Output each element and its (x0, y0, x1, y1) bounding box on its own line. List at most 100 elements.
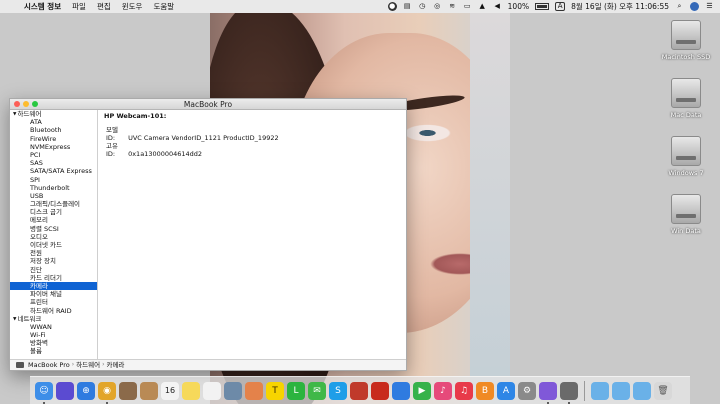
path-item-hardware[interactable]: 하드웨어 (76, 360, 100, 370)
airplay-icon[interactable]: ▲ (478, 2, 487, 11)
sidebar-item[interactable]: ATA (10, 118, 97, 126)
photos-app-icon[interactable] (245, 381, 263, 400)
sidebar-item[interactable]: FireWire (10, 135, 97, 143)
finder-icon[interactable]: ☺ (35, 381, 53, 404)
sidebar-item[interactable]: USB (10, 192, 97, 200)
documents-folder-icon[interactable] (612, 381, 630, 400)
safari-icon[interactable]: ⊕ (77, 381, 95, 400)
sidebar-item[interactable]: 카메라 (10, 281, 97, 291)
sidebar-item[interactable]: 볼륨 (10, 347, 97, 355)
sidebar-tree[interactable]: 하드웨어ATABluetoothFireWireNVMExpressPCISAS… (10, 110, 98, 360)
sidebar-item[interactable]: 방화벽 (10, 339, 97, 347)
sidebar-item[interactable]: 병렬 SCSI (10, 225, 97, 233)
ibooks-icon[interactable]: B (476, 381, 494, 400)
system-info-icon[interactable] (560, 381, 578, 404)
battery-percent[interactable]: 100% (508, 2, 529, 11)
window-titlebar[interactable]: MacBook Pro (10, 99, 406, 110)
minimize-window-button[interactable] (23, 101, 29, 107)
sidebar-item[interactable]: SATA/SATA Express (10, 167, 97, 175)
skype-icon[interactable]: S (329, 381, 347, 400)
sidebar-item[interactable]: 저장 장치 (10, 257, 97, 265)
sidebar-item[interactable]: Bluetooth (10, 126, 97, 134)
sidebar-item[interactable]: 메모리 (10, 216, 97, 224)
calendar-icon[interactable]: 16 (161, 381, 179, 400)
dots-icon[interactable] (392, 381, 410, 400)
notes-icon[interactable] (182, 381, 200, 400)
status-icon[interactable]: ● (387, 2, 397, 11)
sidebar-item[interactable]: SAS (10, 159, 97, 167)
drive-mac-data[interactable]: Mac Data (656, 78, 716, 119)
drive-label: Macintosh SSD (661, 53, 711, 61)
drive-win-data[interactable]: Win Data (656, 194, 716, 235)
drive-label: Mac Data (670, 111, 702, 119)
sidebar-item[interactable]: 파이버 채널 (10, 290, 97, 298)
hard-drive-icon (671, 194, 701, 224)
dock: ☺ ⊕ ◉ 16 T L ✉ S ▶ ♪ ♫ B A ⚙ 🗑 (30, 376, 690, 404)
sidebar-item[interactable]: 카드 리더기 (10, 274, 97, 282)
display-icon[interactable]: ▭ (463, 2, 472, 11)
preview-icon[interactable] (224, 381, 242, 400)
facetime-icon[interactable]: ▶ (413, 381, 431, 400)
sidebar-item[interactable]: Wi-Fi (10, 331, 97, 339)
detail-row-unique-id: 고유 ID: 0x1a13000004614dd2 (104, 142, 401, 158)
sidebar-item[interactable]: 디스크 굽기 (10, 208, 97, 216)
siri-icon[interactable] (56, 381, 74, 400)
menu-window[interactable]: 윈도우 (122, 1, 143, 12)
applications-folder-icon[interactable] (591, 381, 609, 400)
music-icon[interactable]: ♫ (455, 381, 473, 400)
menu-app-name[interactable]: 시스템 정보 (24, 1, 61, 12)
drive-macintosh-ssd[interactable]: Macintosh SSD (656, 20, 716, 61)
zoom-window-button[interactable] (32, 101, 38, 107)
messages-icon[interactable]: ✉ (308, 381, 326, 400)
downloads-folder-icon[interactable] (633, 381, 651, 400)
menu-help[interactable]: 도움말 (153, 1, 174, 12)
sidebar-item[interactable]: 하드웨어 RAID (10, 307, 97, 315)
menu-file[interactable]: 파일 (72, 1, 86, 12)
sidebar-item[interactable]: 진단 (10, 266, 97, 274)
photos-icon[interactable] (119, 381, 137, 400)
sidebar-item[interactable]: 이더넷 카드 (10, 241, 97, 249)
trash-icon[interactable]: 🗑 (654, 381, 672, 400)
line-icon[interactable]: L (287, 381, 305, 400)
spotlight-search-icon[interactable]: ⌕ (675, 2, 684, 11)
battery-icon[interactable] (535, 3, 550, 10)
hard-drive-icon (671, 136, 701, 166)
chrome-icon[interactable]: ◉ (98, 381, 116, 404)
sidebar-group-header[interactable]: 네트워크 (10, 315, 97, 323)
wifi-icon[interactable]: ≋ (448, 2, 457, 11)
sidebar-item[interactable]: WWAN (10, 323, 97, 331)
notification-center-icon[interactable]: ☰ (705, 2, 714, 11)
time-machine-icon[interactable]: ◷ (418, 2, 427, 11)
volume-icon[interactable]: ◀ (493, 2, 502, 11)
clipboard-icon[interactable]: ▤ (403, 2, 412, 11)
contacts-icon[interactable] (140, 381, 158, 400)
path-item-camera[interactable]: 카메라 (106, 360, 124, 370)
photo-booth-icon[interactable] (350, 381, 368, 400)
sidebar-item[interactable]: 프린터 (10, 298, 97, 306)
itunes-icon[interactable]: ♪ (434, 381, 452, 400)
input-source-indicator[interactable]: A (555, 2, 566, 11)
siri-menu-icon[interactable] (690, 2, 699, 11)
reminders-icon[interactable] (203, 381, 221, 400)
menu-edit[interactable]: 편집 (97, 1, 111, 12)
sidebar-item[interactable]: Thunderbolt (10, 184, 97, 192)
detail-value: 0x1a13000004614dd2 (128, 150, 203, 158)
close-window-button[interactable] (14, 101, 20, 107)
sidebar-item[interactable]: NVMExpress (10, 143, 97, 151)
drive-label: Windows 7 (668, 169, 704, 177)
webcam-icon[interactable]: ◎ (433, 2, 442, 11)
sidebar-item[interactable]: 오디오 (10, 233, 97, 241)
menubar-clock[interactable]: 8월 16일 (화) 오후 11:06:55 (571, 1, 669, 12)
kakaotalk-icon[interactable]: T (266, 381, 284, 400)
path-item-computer[interactable]: MacBook Pro (28, 360, 70, 370)
scroll-icon[interactable] (539, 381, 557, 404)
game-icon[interactable] (371, 381, 389, 400)
device-heading: HP Webcam-101: (104, 112, 167, 120)
app-store-icon[interactable]: A (497, 381, 515, 400)
system-preferences-icon[interactable]: ⚙ (518, 381, 536, 400)
drive-windows-7[interactable]: Windows 7 (656, 136, 716, 177)
sidebar-item[interactable]: PCI (10, 151, 97, 159)
drive-label: Win Data (671, 227, 701, 235)
sidebar-item[interactable]: SPI (10, 176, 97, 184)
sidebar-group-header[interactable]: 하드웨어 (10, 110, 97, 118)
